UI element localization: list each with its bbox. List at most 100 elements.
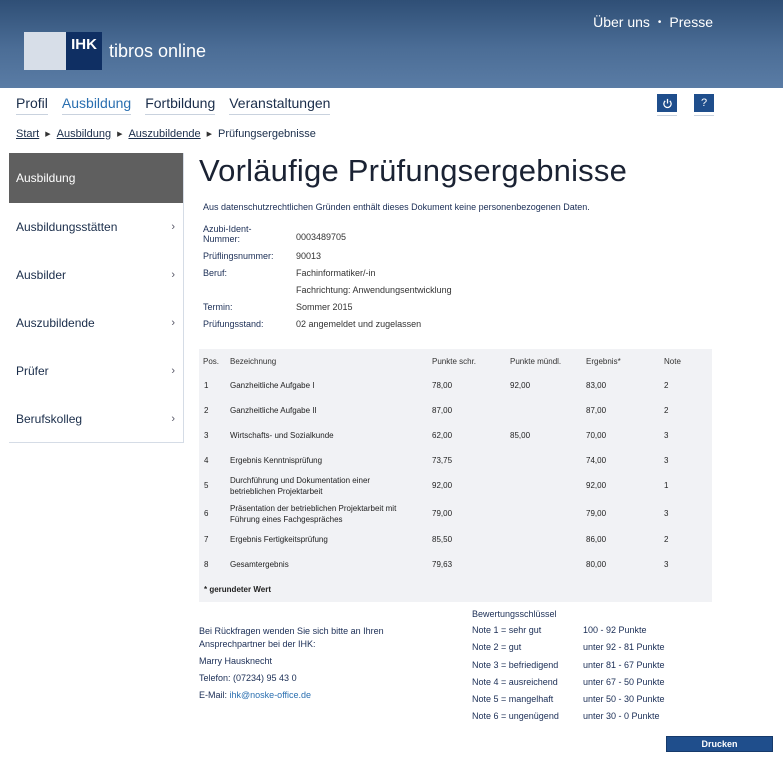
nav-profil[interactable]: Profil [16, 95, 48, 115]
cell-pos: 4 [204, 456, 209, 465]
grading-key-note: Note 4 = ausreichend [472, 676, 558, 687]
grading-key-row: Note 4 = ausreichend unter 67 - 50 Punkte [472, 677, 665, 694]
meta-label-beruf: Beruf: [203, 268, 228, 278]
meta-label-line: Azubi-Ident- [203, 224, 252, 234]
grading-key-title: Bewertungsschlüssel [472, 609, 557, 619]
sidebar-item-pruefer[interactable]: Prüfer › [9, 347, 183, 395]
chevron-right-icon: › [171, 317, 175, 329]
main-nav: Profil Ausbildung Fortbildung Veranstalt… [16, 95, 331, 115]
exam-meta: Azubi-Ident- Nummer: 0003489705 Prüfling… [203, 224, 452, 336]
meta-row-beruf: Beruf: Fachinformatiker/-in Fachrichtung… [203, 268, 452, 295]
meta-value-fachrichtung: Fachrichtung: Anwendungsentwicklung [296, 285, 452, 295]
cell-note: 2 [664, 535, 669, 544]
cell-note: 3 [664, 431, 669, 440]
column-header-note: Note [664, 357, 681, 366]
cell-ergebnis: 79,00 [586, 509, 607, 518]
sidebar-item-auszubildende[interactable]: Auszubildende › [9, 299, 183, 347]
help-icon: ? [700, 97, 708, 109]
contact-phone: Telefon: (07234) 95 43 0 [199, 673, 297, 683]
grading-key-range: unter 92 - 81 Punkte [583, 642, 665, 653]
meta-label-termin: Termin: [203, 302, 233, 312]
sidebar-item-ausbildungsstaetten[interactable]: Ausbildungsstätten › [9, 203, 183, 251]
breadcrumb-start[interactable]: Start [16, 128, 39, 140]
nav-ausbildung[interactable]: Ausbildung [61, 95, 132, 115]
help-button[interactable]: ? [694, 94, 714, 116]
grading-key-note: Note 2 = gut [472, 642, 522, 653]
meta-row-termin: Termin: Sommer 2015 [203, 302, 452, 312]
cell-punkte-schr: 79,00 [432, 509, 453, 518]
breadcrumb-arrow-icon: ▶ [206, 131, 213, 138]
contact-email-label: E-Mail: [199, 690, 228, 700]
cell-pos: 8 [204, 560, 209, 569]
meta-value-azubi: 0003489705 [296, 232, 347, 242]
meta-value-stand: 02 angemeldet und zugelassen [296, 319, 422, 329]
breadcrumb-arrow-icon: ▶ [117, 131, 123, 138]
column-header-pos: Pos. [203, 357, 220, 366]
sidebar-item-label: Berufskolleg [16, 412, 83, 426]
cell-bezeichnung: Ergebnis Fertigkeitsprüfung [230, 535, 328, 544]
top-links: Über uns • Presse [593, 14, 713, 32]
column-header-bezeichnung: Bezeichnung [230, 357, 277, 366]
power-icon [662, 98, 672, 108]
cell-ergebnis: 80,00 [586, 560, 607, 569]
nav-fortbildung[interactable]: Fortbildung [145, 95, 216, 115]
contact-email-row: E-Mail: ihk@noske-office.de [199, 690, 384, 700]
column-header-muendl: Punkte mündl. [510, 357, 562, 366]
column-header-ergebnis: Ergebnis* [586, 357, 621, 366]
meta-value-pruefling: 90013 [296, 251, 322, 261]
breadcrumb-auszubildende[interactable]: Auszubildende [128, 128, 200, 140]
sidebar-item-label: Prüfer [16, 364, 49, 378]
meta-value-beruf: Fachinformatiker/-in Fachrichtung: Anwen… [296, 268, 452, 295]
chevron-right-icon: › [171, 269, 175, 281]
cell-ergebnis: 92,00 [586, 481, 607, 490]
meta-label-stand: Prüfungsstand: [203, 319, 264, 329]
page-title: Vorläufige Prüfungsergebnisse [199, 153, 628, 188]
sidebar-item-ausbildung[interactable]: Ausbildung [9, 153, 183, 203]
nav-veranstaltungen[interactable]: Veranstaltungen [229, 95, 331, 115]
grading-key-range: 100 - 92 Punkte [583, 625, 647, 635]
logout-button[interactable] [657, 94, 677, 116]
link-presse[interactable]: Presse [669, 14, 713, 32]
contact-block: Bei Rückfragen wenden Sie sich bitte an … [199, 626, 384, 700]
cell-note: 2 [664, 381, 669, 390]
contact-line1: Bei Rückfragen wenden Sie sich bitte an … [199, 626, 384, 636]
contact-email-link[interactable]: ihk@noske-office.de [230, 690, 312, 700]
sidebar-item-ausbilder[interactable]: Ausbilder › [9, 251, 183, 299]
cell-ergebnis: 83,00 [586, 381, 607, 390]
meta-row-pruefling: Prüflingsnummer: 90013 [203, 251, 452, 261]
cell-bezeichnung-line2: Führung eines Fachgespräches [230, 515, 343, 524]
cell-punkte-schr: 78,00 [432, 381, 453, 390]
ihk-logo[interactable]: IHK [24, 32, 102, 70]
cell-pos: 6 [204, 509, 209, 518]
breadcrumb: Start ▶ Ausbildung ▶ Auszubildende ▶ Prü… [16, 128, 316, 140]
column-header-schr: Punkte schr. [432, 357, 477, 366]
cell-ergebnis: 74,00 [586, 456, 607, 465]
logo-light-block [24, 32, 66, 70]
grading-key-note: Note 1 = sehr gut [472, 625, 542, 635]
cell-bezeichnung: Wirtschafts- und Sozialkunde [230, 431, 334, 440]
contact-name: Marry Hausknecht [199, 656, 273, 666]
meta-label-line: Nummer: [203, 234, 241, 244]
cell-bezeichnung: Ganzheitliche Aufgabe II [230, 406, 317, 415]
cell-ergebnis: 86,00 [586, 535, 607, 544]
grading-key: Bewertungsschlüssel Note 1 = sehr gut 100… [472, 609, 665, 729]
cell-punkte-schr: 92,00 [432, 481, 453, 490]
print-button[interactable]: Drucken [666, 736, 773, 752]
chevron-right-icon: › [171, 365, 175, 377]
breadcrumb-ausbildung[interactable]: Ausbildung [57, 128, 111, 140]
footnote: * gerundeter Wert [204, 585, 271, 594]
cell-punkte-schr: 73,75 [432, 456, 453, 465]
cell-note: 3 [664, 456, 669, 465]
cell-note: 3 [664, 509, 669, 518]
grading-key-note: Note 3 = befriedigend [472, 659, 559, 670]
cell-pos: 7 [204, 535, 209, 544]
sidebar-item-label: Ausbilder [16, 268, 67, 282]
cell-bezeichnung: Ganzheitliche Aufgabe I [230, 381, 315, 390]
cell-punkte-schr: 62,00 [432, 431, 453, 440]
chevron-right-icon: › [171, 221, 175, 233]
link-ueber-uns[interactable]: Über uns [593, 14, 650, 32]
sidebar-item-berufskolleg[interactable]: Berufskolleg › [9, 395, 183, 443]
cell-bezeichnung: Gesamtergebnis [230, 560, 289, 569]
cell-punkte-muendl: 85,00 [510, 431, 531, 440]
cell-punkte-schr: 87,00 [432, 406, 453, 415]
